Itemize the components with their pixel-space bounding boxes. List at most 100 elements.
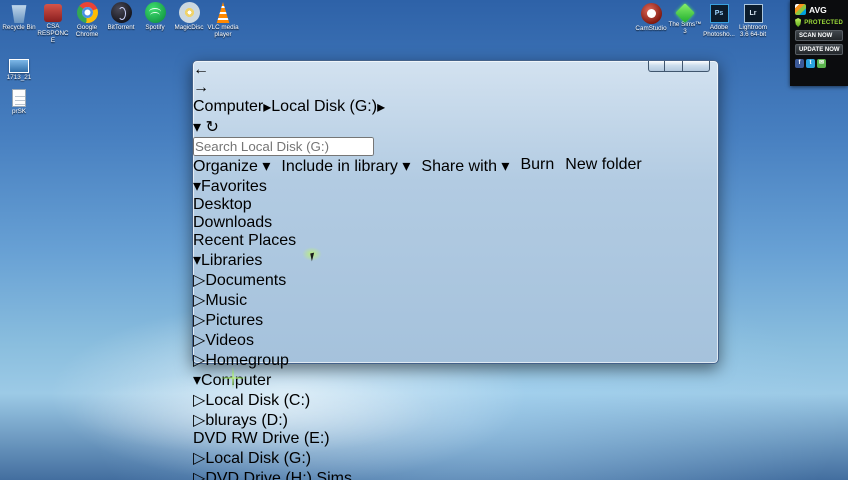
close-button[interactable] (682, 61, 710, 72)
toolbar-new-folder[interactable]: New folder (565, 156, 641, 176)
sidebar-item-label: Favorites (201, 178, 267, 195)
toolbar-organize[interactable]: Organize ▾ (193, 156, 270, 176)
sidebar-item-recent-places[interactable]: Recent Places (193, 232, 718, 250)
desktop-icon-label: CSA RESPONCE (37, 23, 69, 44)
command-bar: Organize ▾ Include in library ▾ Share with… (193, 156, 718, 176)
desktop-icon-prsk[interactable]: prSK (2, 89, 36, 115)
explorer-window: ← → Computer▸Local Disk (G:)▸ ▾ ↻ Organi… (192, 60, 719, 480)
photoshop-icon: Ps (709, 4, 729, 23)
toolbar-include-in-library[interactable]: Include in library ▾ (281, 156, 410, 176)
twitter-icon[interactable]: t (806, 59, 815, 68)
sidebar-item-label: Homegroup (205, 352, 289, 369)
sidebar-item-label: Desktop (193, 196, 252, 213)
sidebar-item-local-disk-c[interactable]: ▷Local Disk (C:) (193, 390, 718, 410)
desktop-icon-label: Adobe Photosho... (703, 24, 735, 38)
sidebar-item-pictures[interactable]: ▷Pictures (193, 310, 718, 330)
chevron-down-icon: ▾ (397, 158, 411, 175)
toolbar-share-with[interactable]: Share with ▾ (421, 156, 509, 176)
desktop-icon-vlc-media-player[interactable]: VLC media player (206, 2, 240, 44)
sidebar-item-label: Libraries (201, 252, 263, 269)
desktop-icon-label: Spotify (145, 24, 165, 31)
back-button[interactable]: ← (193, 61, 718, 79)
sidebar-item-favorites[interactable]: ▾Favorites (193, 176, 718, 196)
expander-icon[interactable]: ▾ (193, 178, 201, 195)
chrome-icon (76, 2, 98, 23)
address-bar-controls: ▾ ↻ (193, 119, 219, 136)
navigation-pane: ▾Favorites Desktop Downloads Recent Places ▾… (193, 176, 718, 480)
desktop-icon-bittorrent[interactable]: BitTorrent (104, 2, 138, 44)
desktop-icon-spotify[interactable]: Spotify (138, 2, 172, 44)
expander-icon[interactable]: ▷ (193, 392, 205, 409)
sidebar-item-homegroup[interactable]: ▷Homegroup (193, 350, 718, 370)
sidebar-item-music[interactable]: ▷Music (193, 290, 718, 310)
desktop-icon-1713-21[interactable]: 1713_21 (2, 59, 36, 81)
screen: Recycle Bin CSA RESPONCE Google Chrome BitT… (0, 0, 848, 480)
desktop-icon-adobe-photosho[interactable]: Ps Adobe Photosho... (702, 3, 736, 38)
navigation-bar: ← → Computer ▸ Local Disk (G:) ▸ ▾ ↻ (193, 61, 718, 156)
sidebar-item-label: Local Disk (G:) (205, 450, 312, 467)
expander-icon[interactable]: ▷ (193, 412, 205, 429)
sidebar-item-local-disk-g[interactable]: ▷Local Disk (G:) (193, 448, 718, 468)
expander-icon[interactable]: ▷ (193, 470, 205, 480)
address-dropdown-icon[interactable]: ▾ (193, 119, 201, 136)
sidebar-item-videos[interactable]: ▷Videos (193, 330, 718, 350)
maximize-button[interactable] (665, 61, 682, 72)
sidebar-item-blurays-d[interactable]: ▷blurays (D:) (193, 410, 718, 430)
avg-brand: AVG (809, 4, 827, 15)
avg-gadget: AVG PROTECTED SCAN NOW UPDATE NOW f t ✉ (790, 0, 848, 86)
expander-icon[interactable]: ▷ (193, 450, 205, 467)
desktop-icon-label: 1713_21 (6, 74, 32, 81)
explorer-content: ▾Favorites Desktop Downloads Recent Places ▾… (193, 176, 718, 480)
sidebar-item-dvd-drive-h-sims[interactable]: ▷DVD Drive (H:) Sims... (193, 468, 718, 480)
desktop-icon-csa-responce[interactable]: CSA RESPONCE (36, 2, 70, 44)
desktop-icon-recycle-bin[interactable]: Recycle Bin (2, 2, 36, 44)
minimize-button[interactable] (648, 61, 665, 72)
sidebar-item-dvd-rw-drive-e[interactable]: DVD RW Drive (E:) (193, 430, 718, 448)
address-bar[interactable]: Computer ▸ Local Disk (G:) ▸ ▾ ↻ (193, 97, 718, 137)
forward-button[interactable]: → (193, 79, 718, 97)
csa-icon (44, 4, 62, 22)
sidebar-item-libraries[interactable]: ▾Libraries (193, 250, 718, 270)
expander-icon[interactable]: ▷ (193, 292, 205, 309)
toolbar-burn[interactable]: Burn (520, 156, 554, 176)
expander-icon[interactable]: ▷ (193, 352, 205, 369)
breadcrumb: Computer ▸ Local Disk (G:) ▸ (193, 97, 718, 117)
camstudio-icon (640, 3, 662, 24)
desktop-icon-magicdisc[interactable]: MagicDisc (172, 2, 206, 44)
desktop-icon-label: VLC media player (207, 24, 239, 38)
breadcrumb-arrow-icon: ▸ (377, 99, 386, 116)
expander-icon[interactable]: ▷ (193, 332, 205, 349)
sidebar-item-documents[interactable]: ▷Documents (193, 270, 718, 290)
desktop-icons-left-column: 1713_21 prSK (2, 56, 36, 123)
expander-icon[interactable]: ▷ (193, 312, 205, 329)
bittorrent-icon (110, 2, 132, 23)
scan-now-button[interactable]: SCAN NOW (795, 30, 843, 41)
desktop-icon-label: Recycle Bin (2, 24, 36, 31)
refresh-icon[interactable]: ↻ (205, 119, 218, 136)
avg-status: PROTECTED (795, 18, 843, 27)
desktop-icons-right-group: CamStudio The Sims™ 3 Ps Adobe Photosho... L… (634, 3, 770, 38)
sidebar-item-downloads[interactable]: Downloads (193, 214, 718, 232)
sidebar-item-desktop[interactable]: Desktop (193, 196, 718, 214)
search-input[interactable] (193, 137, 374, 156)
sidebar-item-computer[interactable]: ▾Computer (193, 370, 718, 390)
expander-icon[interactable]: ▾ (193, 252, 201, 269)
sidebar-item-label: DVD RW Drive (E:) (193, 430, 330, 447)
breadcrumb-item-computer[interactable]: Computer (193, 98, 263, 116)
expander-icon[interactable]: ▾ (193, 372, 201, 389)
desktop-icon-label: prSK (12, 108, 26, 115)
chat-icon[interactable]: ✉ (817, 59, 826, 68)
sidebar-item-label: Pictures (205, 312, 264, 329)
facebook-icon[interactable]: f (795, 59, 804, 68)
caption-buttons (648, 61, 710, 72)
spotify-icon (144, 2, 166, 23)
desktop-icon-google-chrome[interactable]: Google Chrome (70, 2, 104, 44)
expander-icon[interactable]: ▷ (193, 272, 205, 289)
lightroom-icon: Lr (743, 4, 763, 23)
update-now-button[interactable]: UPDATE NOW (795, 44, 843, 55)
sidebar-item-label: Recent Places (193, 232, 297, 249)
desktop-icon-the-sims-3[interactable]: The Sims™ 3 (668, 3, 702, 38)
breadcrumb-item-local-disk-g[interactable]: Local Disk (G:) (271, 98, 377, 116)
desktop-icon-lightroom-3-6-64-bit[interactable]: Lr Lightroom 3.6 64-bit (736, 3, 770, 38)
desktop-icon-camstudio[interactable]: CamStudio (634, 3, 668, 38)
